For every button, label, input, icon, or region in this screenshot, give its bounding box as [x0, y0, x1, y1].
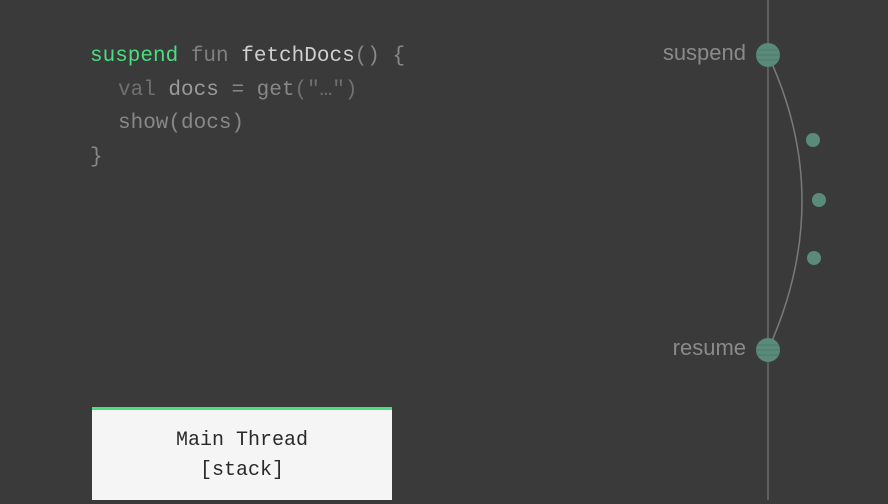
main-thread-stack-box: Main Thread [stack]: [92, 407, 392, 500]
keyword-suspend: suspend: [90, 45, 178, 68]
code-line-2: val docs = get("…"): [90, 74, 405, 108]
keyword-fun: fun: [191, 45, 229, 68]
spindle-curve: [768, 55, 802, 350]
thread-title: Main Thread: [104, 426, 380, 456]
thread-subtitle: [stack]: [104, 456, 380, 486]
node-mid-3: [807, 251, 821, 265]
node-mid-2: [812, 193, 826, 207]
label-suspend: suspend: [663, 40, 746, 65]
parens: (): [355, 45, 380, 68]
show-arg: (docs): [168, 112, 244, 135]
call-show: show: [118, 112, 168, 135]
get-arg: ("…"): [294, 79, 357, 102]
keyword-val: val: [118, 79, 156, 102]
call-get: get: [257, 79, 295, 102]
label-resume: resume: [673, 335, 746, 360]
code-line-4: }: [90, 141, 405, 175]
close-brace: }: [90, 146, 103, 169]
code-snippet: suspend fun fetchDocs() { val docs = get…: [90, 40, 405, 174]
node-resume: [756, 338, 780, 362]
node-suspend: [756, 43, 780, 67]
function-name: fetchDocs: [241, 45, 354, 68]
code-line-3: show(docs): [90, 107, 405, 141]
suspend-resume-diagram: suspend resume: [618, 0, 888, 500]
variable-docs: docs: [168, 79, 218, 102]
assign-op: =: [219, 79, 257, 102]
open-brace: {: [380, 45, 405, 68]
code-line-1: suspend fun fetchDocs() {: [90, 40, 405, 74]
node-mid-1: [806, 133, 820, 147]
